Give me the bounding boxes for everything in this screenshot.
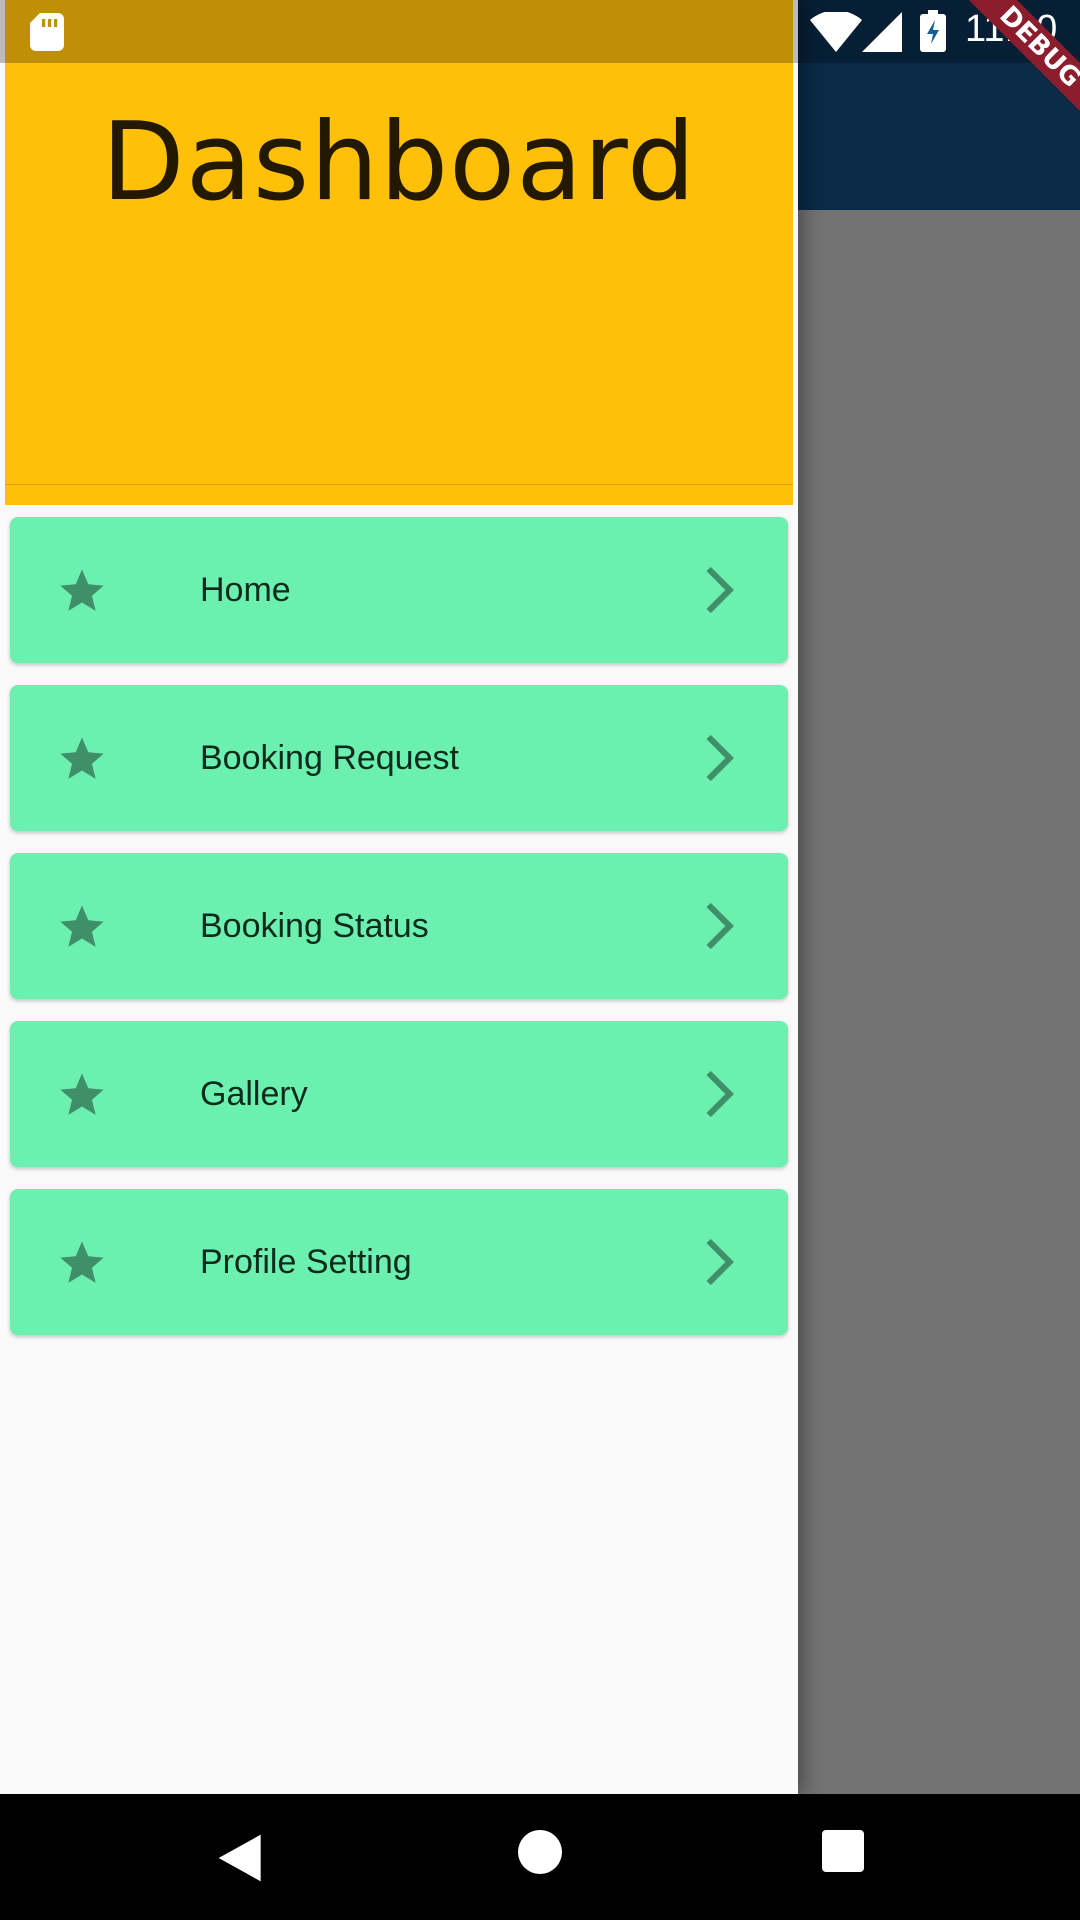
drawer-menu: Home Booking Request Booking Status Gall…	[10, 517, 788, 1357]
wifi-icon	[810, 12, 862, 52]
menu-item-label: Home	[200, 571, 291, 609]
drawer-header-band	[5, 485, 793, 505]
menu-item-booking-status[interactable]: Booking Status	[10, 853, 788, 999]
chevron-right-icon	[706, 1070, 734, 1118]
chevron-right-icon	[706, 734, 734, 782]
star-icon	[60, 1241, 104, 1283]
chevron-right-icon	[706, 1238, 734, 1286]
menu-item-profile-setting[interactable]: Profile Setting	[10, 1189, 788, 1335]
status-bar: 11:40	[0, 0, 1080, 63]
star-icon	[60, 905, 104, 947]
home-icon[interactable]	[518, 1830, 562, 1874]
system-nav-bar	[0, 1794, 1080, 1920]
menu-item-gallery[interactable]: Gallery	[10, 1021, 788, 1167]
star-icon	[60, 1073, 104, 1115]
menu-item-label: Booking Request	[200, 739, 459, 777]
star-icon	[60, 737, 104, 779]
battery-charging-icon	[920, 10, 946, 52]
sd-card-icon	[30, 13, 64, 51]
recents-icon[interactable]	[822, 1830, 864, 1872]
menu-item-home[interactable]: Home	[10, 517, 788, 663]
menu-item-label: Profile Setting	[200, 1243, 412, 1281]
signal-icon	[862, 12, 902, 52]
chevron-right-icon	[706, 566, 734, 614]
drawer-header-title: Dashboard	[101, 100, 697, 225]
menu-item-booking-request[interactable]: Booking Request	[10, 685, 788, 831]
back-icon[interactable]	[214, 1830, 270, 1886]
drawer-header	[5, 0, 793, 485]
menu-item-label: Gallery	[200, 1075, 308, 1113]
navigation-drawer: Dashboard Home Booking Request Booking S…	[0, 0, 798, 1794]
chevron-right-icon	[706, 902, 734, 950]
star-icon	[60, 569, 104, 611]
menu-item-label: Booking Status	[200, 907, 429, 945]
